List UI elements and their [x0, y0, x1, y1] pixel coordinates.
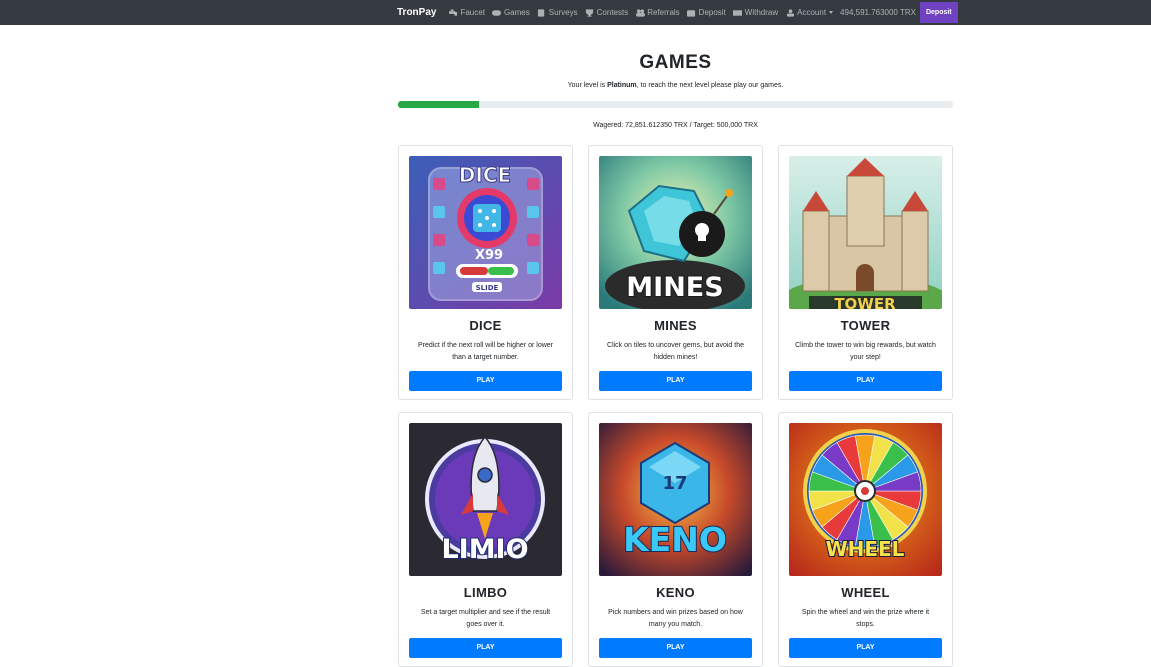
nav-contests-label: Contests	[596, 8, 629, 17]
dice-game-image[interactable]: DICE X99 SLIDE	[409, 156, 562, 309]
nav-games-label: Games	[503, 8, 530, 17]
balance-display: 494,591.763000 TRX	[840, 8, 916, 17]
tower-play-button[interactable]: PLAY	[789, 371, 942, 391]
level-progress-fill	[398, 101, 479, 108]
nav-surveys[interactable]: Surveys	[537, 8, 578, 17]
keno-title: KENO	[656, 585, 695, 600]
tower-title: TOWER	[840, 318, 891, 333]
faucet-icon	[448, 8, 458, 17]
svg-text:X99: X99	[475, 248, 503, 263]
dice-description: Predict if the next roll will be higher …	[417, 342, 553, 361]
mines-description: Click on tiles to uncover gems, but avoi…	[607, 342, 744, 361]
mines-title: MINES	[654, 318, 697, 333]
keno-play-button[interactable]: PLAY	[599, 638, 752, 658]
svg-text:TOWER: TOWER	[834, 295, 896, 309]
svg-text:DICE: DICE	[459, 163, 511, 187]
wheel-play-button[interactable]: PLAY	[789, 638, 942, 658]
tower-game-image[interactable]: TOWER	[789, 156, 942, 309]
svg-text:KENO: KENO	[623, 520, 727, 559]
limbo-play-button[interactable]: PLAY	[409, 638, 562, 658]
svg-text:MINES: MINES	[626, 272, 723, 303]
limbo-description: Set a target multiplier and see if the r…	[420, 609, 551, 628]
nav-surveys-label: Surveys	[548, 8, 578, 17]
game-card-mines: MINES MINES Click on tiles to uncover ge…	[588, 145, 763, 400]
game-card-dice: DICE X99 SLIDE DICE Predict if the next …	[398, 145, 573, 400]
level-text: Your level is Platinum, to reach the nex…	[567, 82, 784, 89]
wheel-game-image[interactable]: WHEEL	[789, 423, 942, 576]
trophy-icon	[585, 8, 595, 17]
nav-faucet[interactable]: Faucet	[448, 8, 485, 17]
dice-title: DICE	[469, 318, 502, 333]
nav-deposit-label: Deposit	[698, 8, 726, 17]
level-name: Platinum	[607, 82, 637, 89]
nav-contests[interactable]: Contests	[585, 8, 629, 17]
nav-account-label: Account	[797, 8, 827, 17]
nav-withdraw-label: Withdraw	[744, 8, 779, 17]
keno-game-image[interactable]: 17 KENO	[599, 423, 752, 576]
wallet-icon	[687, 8, 697, 17]
level-progress-bar	[398, 101, 953, 108]
nav-deposit[interactable]: Deposit	[687, 8, 726, 17]
gamepad-icon	[492, 8, 502, 17]
wheel-title: WHEEL	[841, 585, 890, 600]
survey-icon	[537, 8, 547, 17]
nav-referrals[interactable]: Referrals	[635, 8, 680, 17]
svg-text:17: 17	[662, 473, 687, 494]
mines-play-button[interactable]: PLAY	[599, 371, 752, 391]
games-page: GAMES Your level is Platinum, to reach t…	[398, 25, 953, 667]
users-icon	[635, 8, 645, 17]
nav-games[interactable]: Games	[492, 8, 530, 17]
nav-faucet-label: Faucet	[460, 8, 485, 17]
nav-withdraw[interactable]: Withdraw	[733, 8, 778, 17]
deposit-button[interactable]: Deposit	[919, 2, 958, 23]
svg-text:SLIDE: SLIDE	[476, 284, 499, 292]
top-navbar: TronPay Faucet Games Surveys Contests Re…	[0, 0, 1151, 25]
game-card-tower: TOWER TOWER Climb the tower to win big r…	[778, 145, 953, 400]
user-icon	[785, 8, 795, 17]
wheel-description: Spin the wheel and win the prize where i…	[801, 609, 930, 628]
svg-text:LIMIO: LIMIO	[441, 534, 528, 565]
game-card-wheel: WHEEL WHEEL Spin the wheel and win the p…	[778, 412, 953, 667]
svg-text:WHEEL: WHEEL	[826, 537, 905, 561]
games-grid: DICE X99 SLIDE DICE Predict if the next …	[398, 145, 953, 667]
page-title: GAMES	[639, 52, 712, 73]
dice-play-button[interactable]: PLAY	[409, 371, 562, 391]
mines-game-image[interactable]: MINES	[599, 156, 752, 309]
tower-description: Climb the tower to win big rewards, but …	[795, 342, 936, 361]
chevron-down-icon	[829, 11, 834, 14]
nav-account-dropdown[interactable]: Account	[785, 8, 834, 17]
limbo-title: LIMBO	[463, 585, 508, 600]
game-card-limbo: LIMIO LIMBO Set a target multiplier and …	[398, 412, 573, 667]
brand-logo[interactable]: TronPay	[397, 7, 436, 18]
wagered-text: Wagered: 72,851.612350 TRX / Target: 500…	[593, 122, 758, 129]
money-icon	[733, 8, 743, 17]
nav-referrals-label: Referrals	[647, 8, 680, 17]
game-card-keno: 17 KENO KENO Pick numbers and win prizes…	[588, 412, 763, 667]
keno-description: Pick numbers and win prizes based on how…	[608, 609, 743, 628]
limbo-game-image[interactable]: LIMIO	[409, 423, 562, 576]
